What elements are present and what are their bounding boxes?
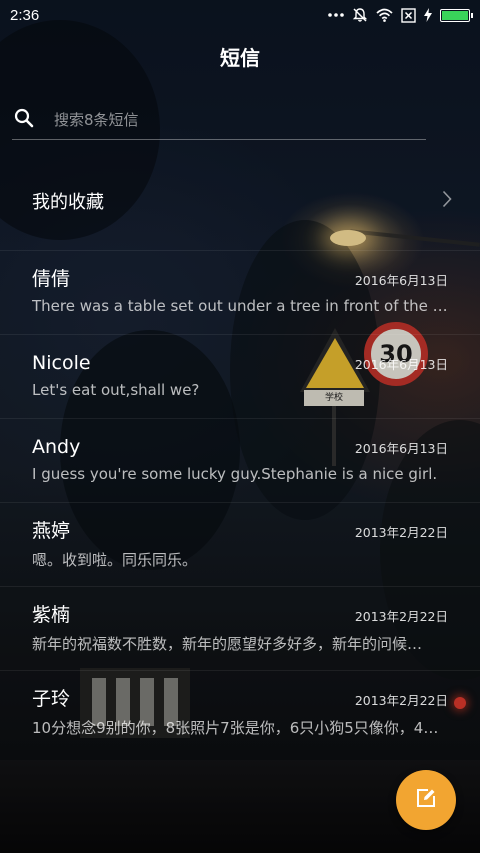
status-time: 2:36 [10, 6, 40, 24]
conversation-item[interactable]: Andy 2016年6月13日 I guess you're some luck… [0, 419, 480, 503]
contact-name: Andy [32, 436, 81, 458]
wifi-icon [376, 8, 393, 22]
message-preview: 10分想念9别的你，8张照片7张是你，6只小狗5只像你，4… [32, 719, 439, 737]
compose-button[interactable] [396, 770, 456, 830]
favorites-row[interactable]: 我的收藏 [0, 168, 480, 234]
message-preview: There was a table set out under a tree i… [32, 297, 448, 315]
message-date: 2013年2月22日 [354, 693, 448, 708]
message-preview: I guess you're some lucky guy.Stephanie … [32, 465, 438, 483]
message-preview: 新年的祝福数不胜数，新年的愿望好多好多，新年的问候… [32, 635, 423, 653]
message-date: 2016年6月13日 [354, 273, 448, 288]
status-bar: 2:36 [0, 0, 480, 30]
chevron-right-icon [442, 190, 452, 212]
message-date: 2013年2月22日 [354, 609, 448, 624]
conversation-item[interactable]: 燕婷 2013年2月22日 嗯。收到啦。同乐同乐。 [0, 503, 480, 587]
conversation-item[interactable]: Nicole 2016年6月13日 Let's eat out,shall we… [0, 335, 480, 419]
message-preview: Let's eat out,shall we? [32, 381, 200, 399]
search-icon [14, 108, 42, 132]
favorites-label: 我的收藏 [32, 192, 104, 213]
message-date: 2016年6月13日 [354, 441, 448, 456]
contact-name: 燕婷 [32, 520, 71, 542]
message-date: 2016年6月13日 [354, 357, 448, 372]
conversation-item[interactable]: 紫楠 2013年2月22日 新年的祝福数不胜数，新年的愿望好多好多，新年的问候… [0, 587, 480, 671]
message-date: 2013年2月22日 [354, 525, 448, 540]
search-input[interactable] [54, 110, 426, 129]
conversation-item[interactable]: 子玲 2013年2月22日 10分想念9别的你，8张照片7张是你，6只小狗5只像… [0, 671, 480, 755]
contact-name: Nicole [32, 352, 91, 374]
conversation-list: 倩倩 2016年6月13日 There was a table set out … [0, 251, 480, 755]
more-dots-icon [328, 12, 344, 18]
battery-icon [440, 8, 473, 22]
message-preview: 嗯。收到啦。同乐同乐。 [32, 551, 198, 569]
sim-x-icon [401, 7, 416, 23]
contact-name: 紫楠 [32, 604, 71, 626]
charging-icon [424, 8, 432, 22]
search-bar[interactable] [12, 100, 426, 140]
mute-bell-icon [352, 7, 368, 23]
contact-name: 倩倩 [32, 268, 71, 290]
conversation-item[interactable]: 倩倩 2016年6月13日 There was a table set out … [0, 251, 480, 335]
page-title: 短信 [220, 46, 260, 70]
status-icons [328, 7, 473, 23]
contact-name: 子玲 [32, 688, 71, 710]
compose-icon [415, 787, 437, 813]
